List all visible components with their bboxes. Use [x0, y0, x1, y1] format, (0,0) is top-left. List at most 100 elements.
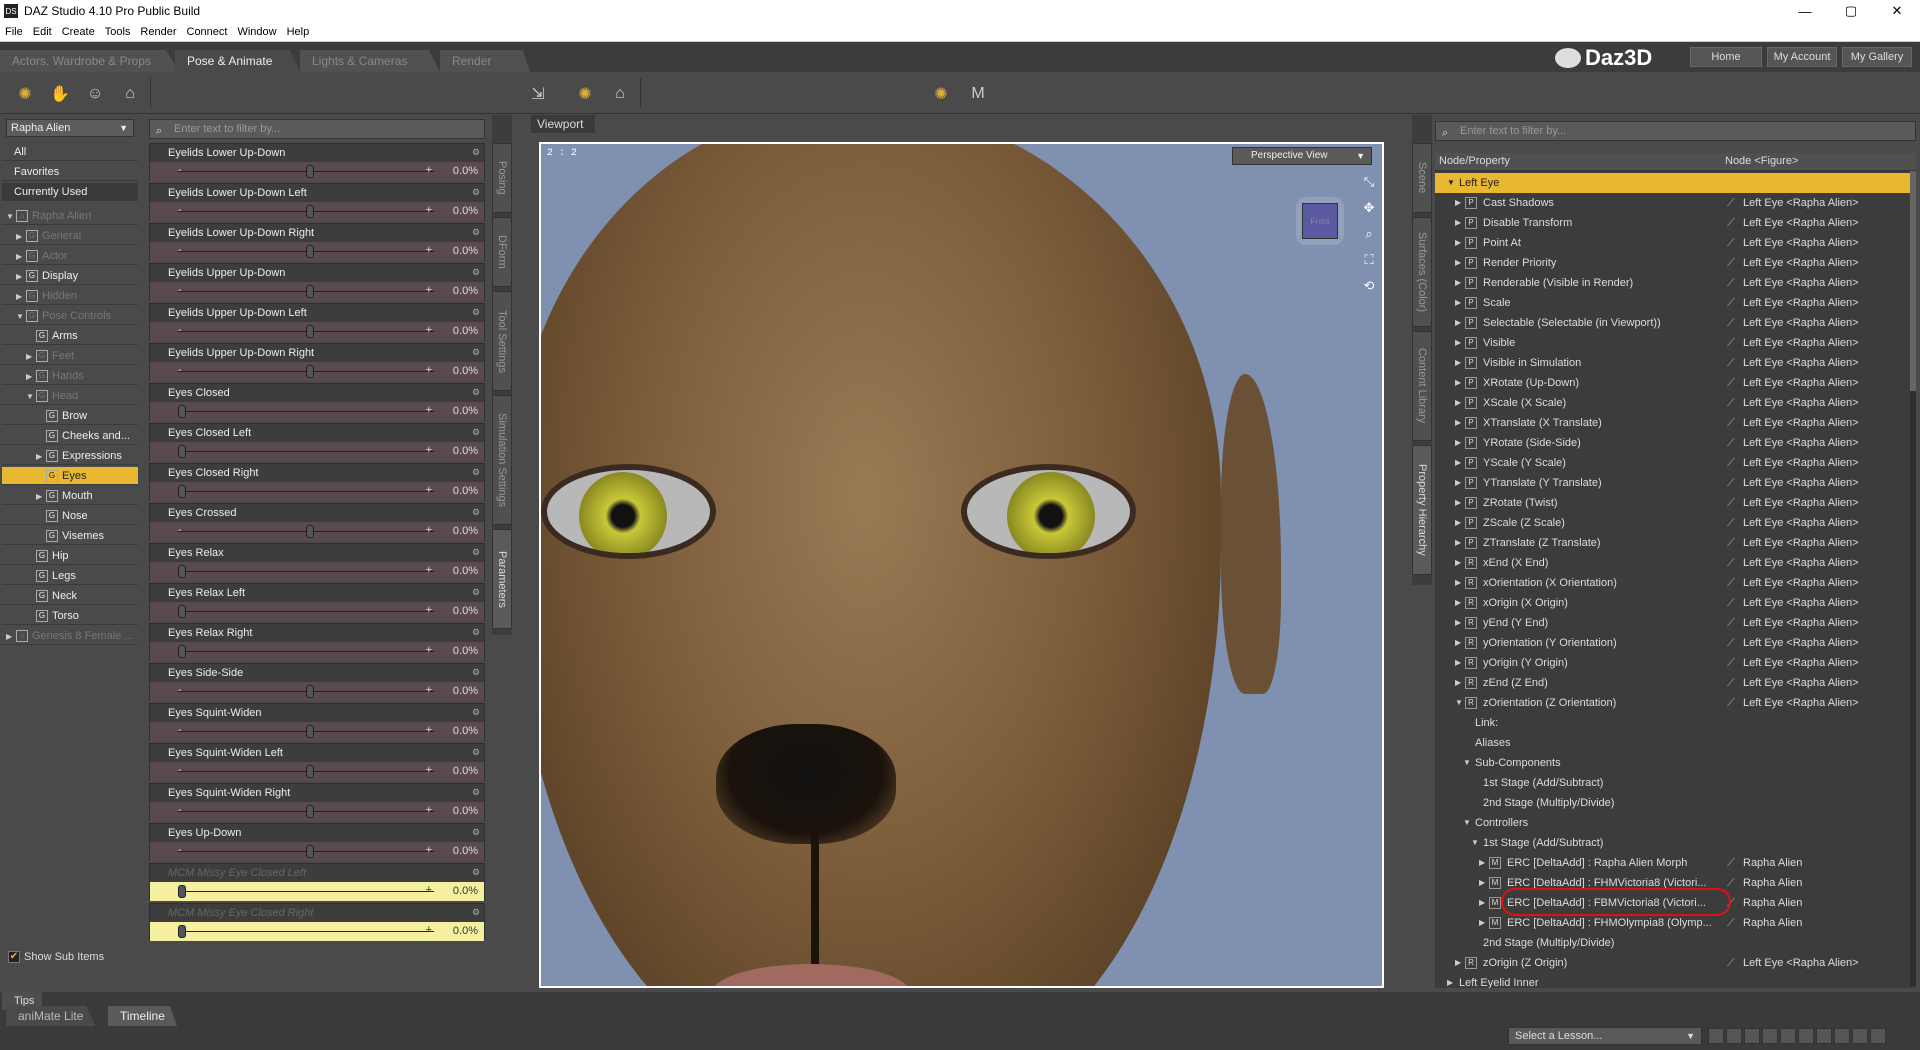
expand-arrow-icon[interactable]: ▶ [1455, 673, 1461, 693]
pose-mode-icon[interactable]: ✺ [928, 81, 954, 107]
lesson-page-7[interactable] [1816, 1028, 1832, 1044]
gear-icon[interactable]: ⚙ [472, 227, 480, 238]
property-row[interactable]: ▶ P Disable Transform ⟋ Left Eye <Rapha Alie… [1435, 213, 1910, 233]
slider-value[interactable]: 0.0% [453, 445, 478, 457]
slider-knob[interactable] [306, 245, 314, 258]
figure-dropdown[interactable]: Rapha Alien ▼ [6, 119, 134, 137]
menu-render[interactable]: Render [135, 26, 181, 38]
gear-icon[interactable]: ⚙ [472, 307, 480, 318]
slider-knob[interactable] [306, 205, 314, 218]
tab-render[interactable]: Render [440, 50, 530, 72]
property-row[interactable]: ▶ P Scale ⟋ Left Eye <Rapha Alien> [1435, 293, 1910, 313]
expand-arrow-icon[interactable]: ▼ [1455, 693, 1463, 713]
increment-icon[interactable]: + [426, 284, 432, 296]
increment-icon[interactable]: + [426, 724, 432, 736]
frame-icon[interactable]: ⛶ [1360, 252, 1378, 272]
decrement-icon[interactable]: - [178, 204, 182, 216]
slider-value[interactable]: 0.0% [453, 485, 478, 497]
decrement-icon[interactable]: - [178, 804, 182, 816]
slider-value[interactable]: 0.0% [453, 725, 478, 737]
expand-arrow-icon[interactable]: ▶ [26, 368, 36, 386]
slider-knob[interactable] [306, 525, 314, 538]
gear-icon[interactable]: ⚙ [472, 707, 480, 718]
tree-item[interactable]: ▼ G Head [2, 387, 138, 405]
tab-actors-wardrobe-props[interactable]: Actors, Wardrobe & Props [0, 50, 180, 72]
property-row[interactable]: ▶ RyOrientation (Y Orientation) ⟋ Left Eye … [1435, 633, 1910, 653]
increment-icon[interactable]: + [426, 844, 432, 856]
slider-value[interactable]: 0.0% [453, 285, 478, 297]
decrement-icon[interactable]: - [178, 284, 182, 296]
menu-connect[interactable]: Connect [182, 26, 233, 38]
property-row[interactable]: ▶ P ZRotate (Twist) ⟋ Left Eye <Rapha Alien> [1435, 493, 1910, 513]
increment-icon[interactable]: + [426, 604, 432, 616]
increment-icon[interactable]: + [426, 684, 432, 696]
slider-track[interactable]: -+0.0% [150, 882, 484, 901]
property-row[interactable]: Link: [1435, 713, 1910, 733]
filter-all[interactable]: All [2, 143, 138, 161]
decrement-icon[interactable]: - [178, 764, 182, 776]
slider-value[interactable]: 0.0% [453, 805, 478, 817]
close-button[interactable]: ✕ [1874, 0, 1920, 22]
zoom-icon[interactable]: ⌕ [1360, 226, 1378, 246]
tab-animate-lite[interactable]: aniMate Lite [6, 1006, 96, 1026]
lesson-page-4[interactable] [1762, 1028, 1778, 1044]
param-slider[interactable]: Eyes Closed Left ⚙ -+0.0% [149, 423, 485, 461]
menu-tools[interactable]: Tools [100, 26, 136, 38]
property-row[interactable]: ▶ P ZScale (Z Scale) ⟋ Left Eye <Rapha Alien… [1435, 513, 1910, 533]
expand-arrow-icon[interactable]: ▶ [16, 228, 26, 246]
expand-arrow-icon[interactable]: ▶ [1455, 953, 1461, 973]
tree-item[interactable]: G Cheeks and... [2, 427, 138, 445]
property-row[interactable]: ▶ RxOrigin (X Origin) ⟋ Left Eye <Rapha Ali… [1435, 593, 1910, 613]
lesson-page-9[interactable] [1852, 1028, 1868, 1044]
increment-icon[interactable]: + [426, 404, 432, 416]
param-slider[interactable]: Eyes Squint-Widen ⚙ - +0.0% [149, 703, 485, 741]
gear-icon[interactable]: ⚙ [472, 747, 480, 758]
expand-arrow-icon[interactable]: ▼ [16, 308, 26, 326]
menu-create[interactable]: Create [57, 26, 100, 38]
decrement-icon[interactable]: - [178, 164, 182, 176]
slider-value[interactable]: 0.0% [453, 325, 478, 337]
expand-arrow-icon[interactable]: ▼ [6, 208, 16, 226]
property-row[interactable]: Aliases [1435, 733, 1910, 753]
tree-item[interactable]: G Neck [2, 587, 138, 605]
slider-value[interactable]: 0.0% [453, 525, 478, 537]
slider-knob[interactable] [178, 445, 186, 458]
gear-icon[interactable]: ⚙ [472, 427, 480, 438]
increment-icon[interactable]: + [426, 804, 432, 816]
my-account-button[interactable]: My Account [1767, 47, 1837, 67]
scrollbar-thumb[interactable] [1910, 171, 1916, 391]
gear-icon[interactable]: ⚙ [472, 867, 480, 878]
slider-knob[interactable] [178, 485, 186, 498]
menu-file[interactable]: File [0, 26, 28, 38]
orbit-icon[interactable]: ⤡ [1360, 174, 1378, 194]
property-row[interactable]: ▼ RzOrientation (Z Orientation) ⟋ Left Eye … [1435, 693, 1910, 713]
gear-icon[interactable]: ⚙ [472, 667, 480, 678]
property-row[interactable]: ▶ P ZTranslate (Z Translate) ⟋ Left Eye <Rap… [1435, 533, 1910, 553]
property-row[interactable]: ▶ P YRotate (Side-Side) ⟋ Left Eye <Rapha Al… [1435, 433, 1910, 453]
transform-tool-icon[interactable]: ⇲ [525, 81, 551, 107]
slider-value[interactable]: 0.0% [453, 645, 478, 657]
property-row[interactable]: ▶ P XScale (X Scale) ⟋ Left Eye <Rapha Alien… [1435, 393, 1910, 413]
param-slider[interactable]: Eyes Crossed ⚙ - +0.0% [149, 503, 485, 541]
tree-item[interactable]: ▶ G Expressions [2, 447, 138, 465]
slider-track[interactable]: -+0.0% [150, 602, 484, 621]
home-button[interactable]: Home [1690, 47, 1762, 67]
decrement-icon[interactable]: - [178, 364, 182, 376]
param-slider[interactable]: Eyelids Lower Up-Down Left ⚙ - +0.0% [149, 183, 485, 221]
expand-arrow-icon[interactable]: ▶ [1455, 333, 1461, 353]
gear-icon[interactable]: ⚙ [472, 467, 480, 478]
menu-edit[interactable]: Edit [28, 26, 57, 38]
expand-arrow-icon[interactable]: ▶ [1455, 613, 1461, 633]
lesson-dropdown[interactable]: Select a Lesson... ▼ [1508, 1027, 1702, 1045]
expand-arrow-icon[interactable]: ▶ [1455, 393, 1461, 413]
increment-icon[interactable]: + [426, 364, 432, 376]
expand-arrow-icon[interactable]: ▼ [26, 388, 36, 406]
tree-item[interactable]: ▶ G Feet [2, 347, 138, 365]
lesson-page-2[interactable] [1726, 1028, 1742, 1044]
tab-pose-animate[interactable]: Pose & Animate [175, 50, 300, 72]
lesson-page-10[interactable] [1870, 1028, 1886, 1044]
expand-arrow-icon[interactable]: ▶ [1455, 493, 1461, 513]
expand-arrow-icon[interactable]: ▶ [1455, 413, 1461, 433]
property-row[interactable]: 2nd Stage (Multiply/Divide) [1435, 793, 1910, 813]
menu-window[interactable]: Window [232, 26, 281, 38]
